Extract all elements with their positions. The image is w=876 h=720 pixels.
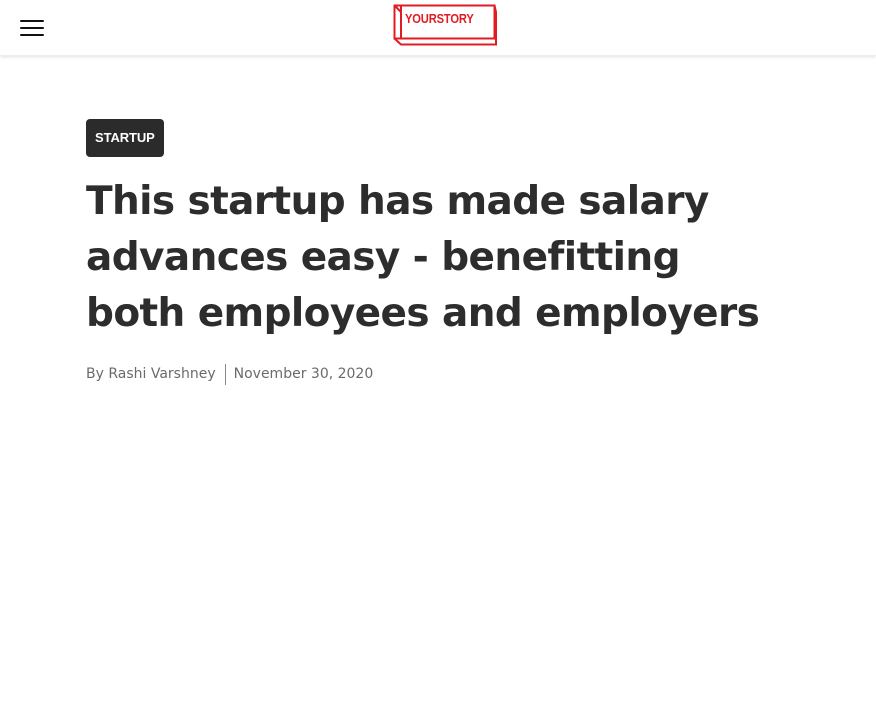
article-byline: By Rashi Varshney November 30, 2020	[86, 363, 786, 385]
top-navigation-bar: YOURSTORY	[0, 0, 876, 56]
byline-prefix: By	[86, 366, 104, 382]
menu-line	[20, 20, 44, 22]
yourstory-logo[interactable]: YOURSTORY	[393, 4, 497, 46]
menu-line	[20, 27, 44, 29]
logo-text: YOURSTORY	[405, 11, 474, 26]
byline-divider	[224, 363, 226, 385]
article-header: STARTUP This startup has made salary adv…	[86, 119, 786, 385]
hamburger-menu-icon[interactable]	[20, 18, 44, 38]
category-badge[interactable]: STARTUP	[86, 119, 164, 157]
author-link[interactable]: Rashi Varshney	[108, 366, 215, 382]
menu-line	[20, 34, 44, 36]
publish-date: November 30, 2020	[233, 366, 374, 382]
article-title: This startup has made salary advances ea…	[86, 179, 760, 336]
